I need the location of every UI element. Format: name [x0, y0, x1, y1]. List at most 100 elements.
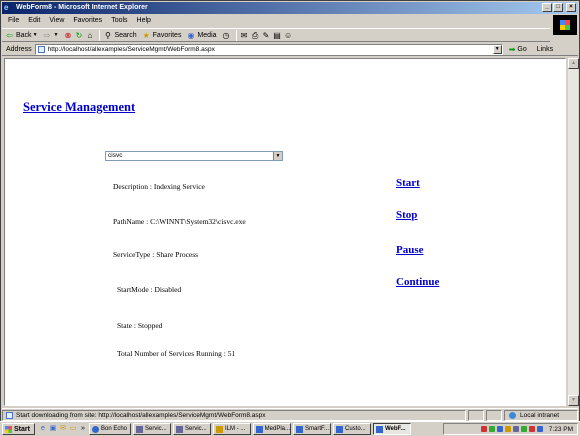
task-webform8[interactable]: WebF...	[373, 423, 411, 435]
go-arrow-icon: ➡	[508, 44, 516, 54]
stop-icon[interactable]: ⊗	[63, 31, 72, 40]
mail-icon[interactable]: ✉	[240, 31, 249, 40]
minimize-button[interactable]: _	[542, 3, 552, 12]
task-bon-echo[interactable]: Bon Echo	[89, 423, 131, 435]
address-dropdown-button[interactable]: ▼	[492, 44, 502, 54]
close-button[interactable]: ×	[566, 3, 576, 12]
go-label: Go	[517, 45, 527, 53]
service-type: ServiceType : Share Process	[113, 250, 199, 259]
tray-icon[interactable]	[496, 426, 503, 432]
status-bar: Start downloading from site: http://loca…	[2, 408, 578, 421]
task-label: Servic...	[185, 426, 207, 432]
history-icon[interactable]: ◷	[222, 31, 231, 40]
menu-file[interactable]: File	[8, 17, 19, 24]
scroll-up-button[interactable]: ▲	[568, 58, 579, 69]
chevron-down-icon[interactable]: ▼	[273, 152, 282, 160]
status-text-panel: Start downloading from site: http://loca…	[2, 409, 466, 421]
security-zone: Local intranet	[504, 409, 578, 421]
page-title[interactable]: Service Management	[23, 100, 135, 115]
go-button[interactable]: ➡ Go	[509, 45, 527, 54]
app-icon	[376, 425, 383, 433]
start-link[interactable]: Start	[396, 177, 420, 189]
continue-link[interactable]: Continue	[396, 276, 439, 288]
title-bar[interactable]: e WebForm8 - Microsoft Internet Explorer…	[2, 2, 578, 14]
toolbar-separator	[235, 29, 237, 41]
task-label: SmartF...	[305, 426, 330, 432]
service-select[interactable]: cisvc ▼	[105, 151, 283, 161]
volume-icon[interactable]	[536, 426, 543, 432]
app-icon	[336, 425, 343, 433]
address-input[interactable]: http://localhost/allexamples/ServiceMgmt…	[34, 43, 503, 55]
media-button[interactable]: ◉ Media	[186, 31, 216, 40]
tray-icon[interactable]	[512, 426, 519, 432]
task-medplayer[interactable]: MedPla...	[253, 423, 291, 435]
search-button[interactable]: ⚲ Search	[103, 31, 137, 40]
toolbar-separator	[99, 29, 101, 41]
start-label: Start	[14, 425, 30, 433]
menu-favorites[interactable]: Favorites	[73, 17, 102, 24]
tray-icon[interactable]	[528, 426, 535, 432]
page-content: Service Management cisvc ▼ Description :…	[4, 58, 566, 406]
menu-view[interactable]: View	[49, 17, 64, 24]
menu-edit[interactable]: Edit	[28, 17, 40, 24]
quick-launch: e ▣ ✉ ▭ »	[39, 425, 87, 433]
desktop-icon[interactable]: ▣	[49, 425, 57, 433]
status-panel	[468, 409, 484, 421]
page-icon	[37, 45, 45, 53]
task-service-1[interactable]: Servic...	[133, 423, 171, 435]
app-icon	[216, 425, 223, 433]
service-start-mode: StartMode : Disabled	[117, 285, 182, 294]
scroll-down-button[interactable]: ▼	[568, 395, 579, 406]
forward-arrow-icon: ⇨	[43, 30, 51, 40]
service-state: State : Stopped	[117, 321, 163, 330]
home-icon[interactable]: ⌂	[85, 31, 94, 40]
favorites-label: Favorites	[152, 31, 182, 39]
task-label: Servic...	[145, 426, 167, 432]
vertical-scrollbar[interactable]: ▲ ▼	[567, 58, 579, 406]
status-panel	[486, 409, 502, 421]
links-button[interactable]: Links	[537, 46, 553, 53]
quick-launch-more-icon[interactable]: »	[79, 425, 87, 433]
messenger-icon[interactable]: ☺	[284, 31, 293, 40]
task-custo[interactable]: Custo...	[333, 423, 371, 435]
tray-icon[interactable]	[520, 426, 527, 432]
ie-icon[interactable]: e	[39, 425, 47, 433]
refresh-icon[interactable]: ↻	[74, 31, 83, 40]
tray-icon[interactable]	[480, 426, 487, 432]
task-label: Bon Echo	[101, 426, 128, 432]
app-icon	[176, 425, 183, 433]
maximize-button[interactable]: □	[553, 3, 563, 12]
outlook-icon[interactable]: ✉	[59, 425, 67, 433]
system-tray: 7:23 PM	[443, 423, 578, 435]
app-icon	[256, 425, 263, 433]
service-pathname: PathName : C:\WINNT\System32\cisvc.exe	[113, 217, 246, 226]
pause-link[interactable]: Pause	[396, 244, 424, 256]
menu-tools[interactable]: Tools	[111, 17, 127, 24]
print-icon[interactable]: ⎙	[251, 31, 260, 40]
services-running-count: Total Number of Services Running : 51	[117, 349, 236, 358]
explorer-icon[interactable]: ▭	[69, 425, 77, 433]
discuss-icon[interactable]: ▤	[273, 31, 282, 40]
browser-icon	[92, 425, 99, 433]
favorites-button[interactable]: ★ Favorites	[142, 31, 182, 40]
menu-help[interactable]: Help	[137, 17, 151, 24]
tray-icon[interactable]	[488, 426, 495, 432]
clock: 7:23 PM	[548, 425, 573, 433]
browser-window: e WebForm8 - Microsoft Internet Explorer…	[0, 0, 580, 436]
address-url: http://localhost/allexamples/ServiceMgmt…	[47, 45, 215, 53]
window-title: WebForm8 - Microsoft Internet Explorer	[16, 4, 148, 11]
task-ilm[interactable]: ILM - ...	[213, 423, 251, 435]
task-label: Custo...	[345, 426, 366, 432]
menu-bar: File Edit View Favorites Tools Help	[2, 15, 522, 26]
zone-label: Local intranet	[520, 411, 560, 419]
back-button[interactable]: ⇦ Back ▼	[5, 31, 37, 40]
start-button[interactable]: Start	[2, 423, 35, 435]
stop-link[interactable]: Stop	[396, 209, 417, 221]
app-icon	[136, 425, 143, 433]
task-label: WebF...	[385, 426, 406, 432]
edit-icon[interactable]: ✎	[262, 31, 271, 40]
task-service-2[interactable]: Servic...	[173, 423, 211, 435]
forward-button[interactable]: ⇨ ▼	[43, 31, 59, 40]
tray-icon[interactable]	[504, 426, 511, 432]
task-smartf[interactable]: SmartF...	[293, 423, 331, 435]
